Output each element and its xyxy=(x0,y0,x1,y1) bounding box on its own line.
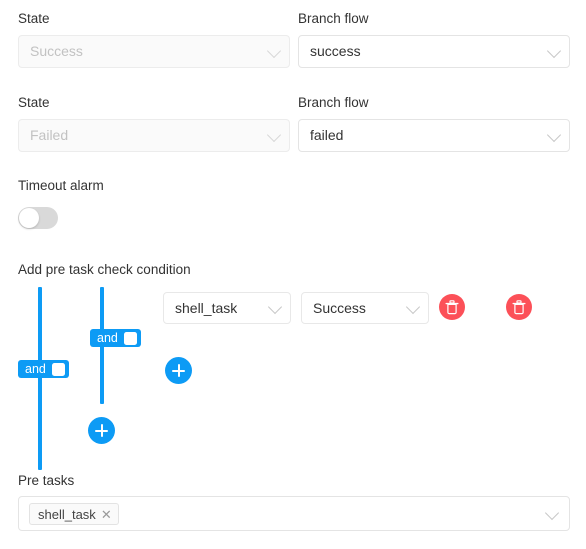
condition-operator-label-inner: and xyxy=(97,331,118,345)
state-label-row-1: State xyxy=(18,11,50,26)
branch-flow-label-row-1: Branch flow xyxy=(298,11,369,26)
condition-operator-badge-outer[interactable]: and xyxy=(18,360,69,378)
close-icon[interactable]: ✕ xyxy=(101,508,112,521)
state-select-value-row-1: Success xyxy=(30,43,83,59)
pre-task-tag-label: shell_task xyxy=(38,506,96,522)
chevron-down-icon xyxy=(546,127,562,142)
delete-condition-group-button[interactable] xyxy=(506,294,532,320)
condition-task-select-value: shell_task xyxy=(175,300,238,316)
branch-flow-select-value-row-2: failed xyxy=(310,127,344,143)
state-label-row-2: State xyxy=(18,95,50,110)
delete-condition-button[interactable] xyxy=(439,294,465,320)
state-select-row-2[interactable]: Failed xyxy=(18,119,290,152)
branch-flow-field-row-2: Branch flow failed xyxy=(298,94,570,152)
chevron-down-icon xyxy=(267,299,283,315)
add-condition-group-button[interactable] xyxy=(88,417,115,444)
branch-flow-select-value-row-1: success xyxy=(310,43,361,59)
condition-operator-checkbox-outer[interactable] xyxy=(51,362,65,376)
toggle-switch-off-icon xyxy=(19,208,39,228)
branch-flow-select-row-1[interactable]: success xyxy=(298,35,570,68)
branch-flow-field-row-1: Branch flow success xyxy=(298,10,570,68)
chevron-down-icon xyxy=(266,127,282,142)
pre-tasks-select[interactable]: shell_task ✕ xyxy=(18,496,570,531)
add-condition-button[interactable] xyxy=(165,357,192,384)
branch-flow-select-row-2[interactable]: failed xyxy=(298,119,570,152)
condition-operator-badge-inner[interactable]: and xyxy=(90,329,141,347)
condition-operator-label-outer: and xyxy=(25,362,46,376)
condition-operator-checkbox-inner[interactable] xyxy=(123,331,137,345)
pre-task-tag[interactable]: shell_task ✕ xyxy=(29,503,119,525)
condition-state-select-value: Success xyxy=(313,300,366,316)
timeout-alarm-toggle[interactable] xyxy=(18,207,58,229)
state-select-value-row-2: Failed xyxy=(30,127,69,143)
trash-icon xyxy=(445,299,459,314)
branch-flow-label-row-2: Branch flow xyxy=(298,95,369,110)
state-select-row-1[interactable]: Success xyxy=(18,35,290,68)
state-field-row-2: State Failed xyxy=(18,94,290,152)
timeout-alarm-label: Timeout alarm xyxy=(18,178,104,193)
add-pre-task-check-condition-label: Add pre task check condition xyxy=(18,262,191,277)
pre-tasks-label: Pre tasks xyxy=(18,473,75,488)
chevron-down-icon xyxy=(546,43,562,58)
chevron-down-icon xyxy=(544,505,560,520)
condition-task-select[interactable]: shell_task xyxy=(163,292,291,324)
state-field-row-1: State Success xyxy=(18,10,290,68)
chevron-down-icon xyxy=(405,299,421,315)
trash-icon xyxy=(512,299,526,314)
condition-group-line-outer xyxy=(38,287,42,470)
chevron-down-icon xyxy=(266,43,282,58)
condition-state-select[interactable]: Success xyxy=(301,292,429,324)
